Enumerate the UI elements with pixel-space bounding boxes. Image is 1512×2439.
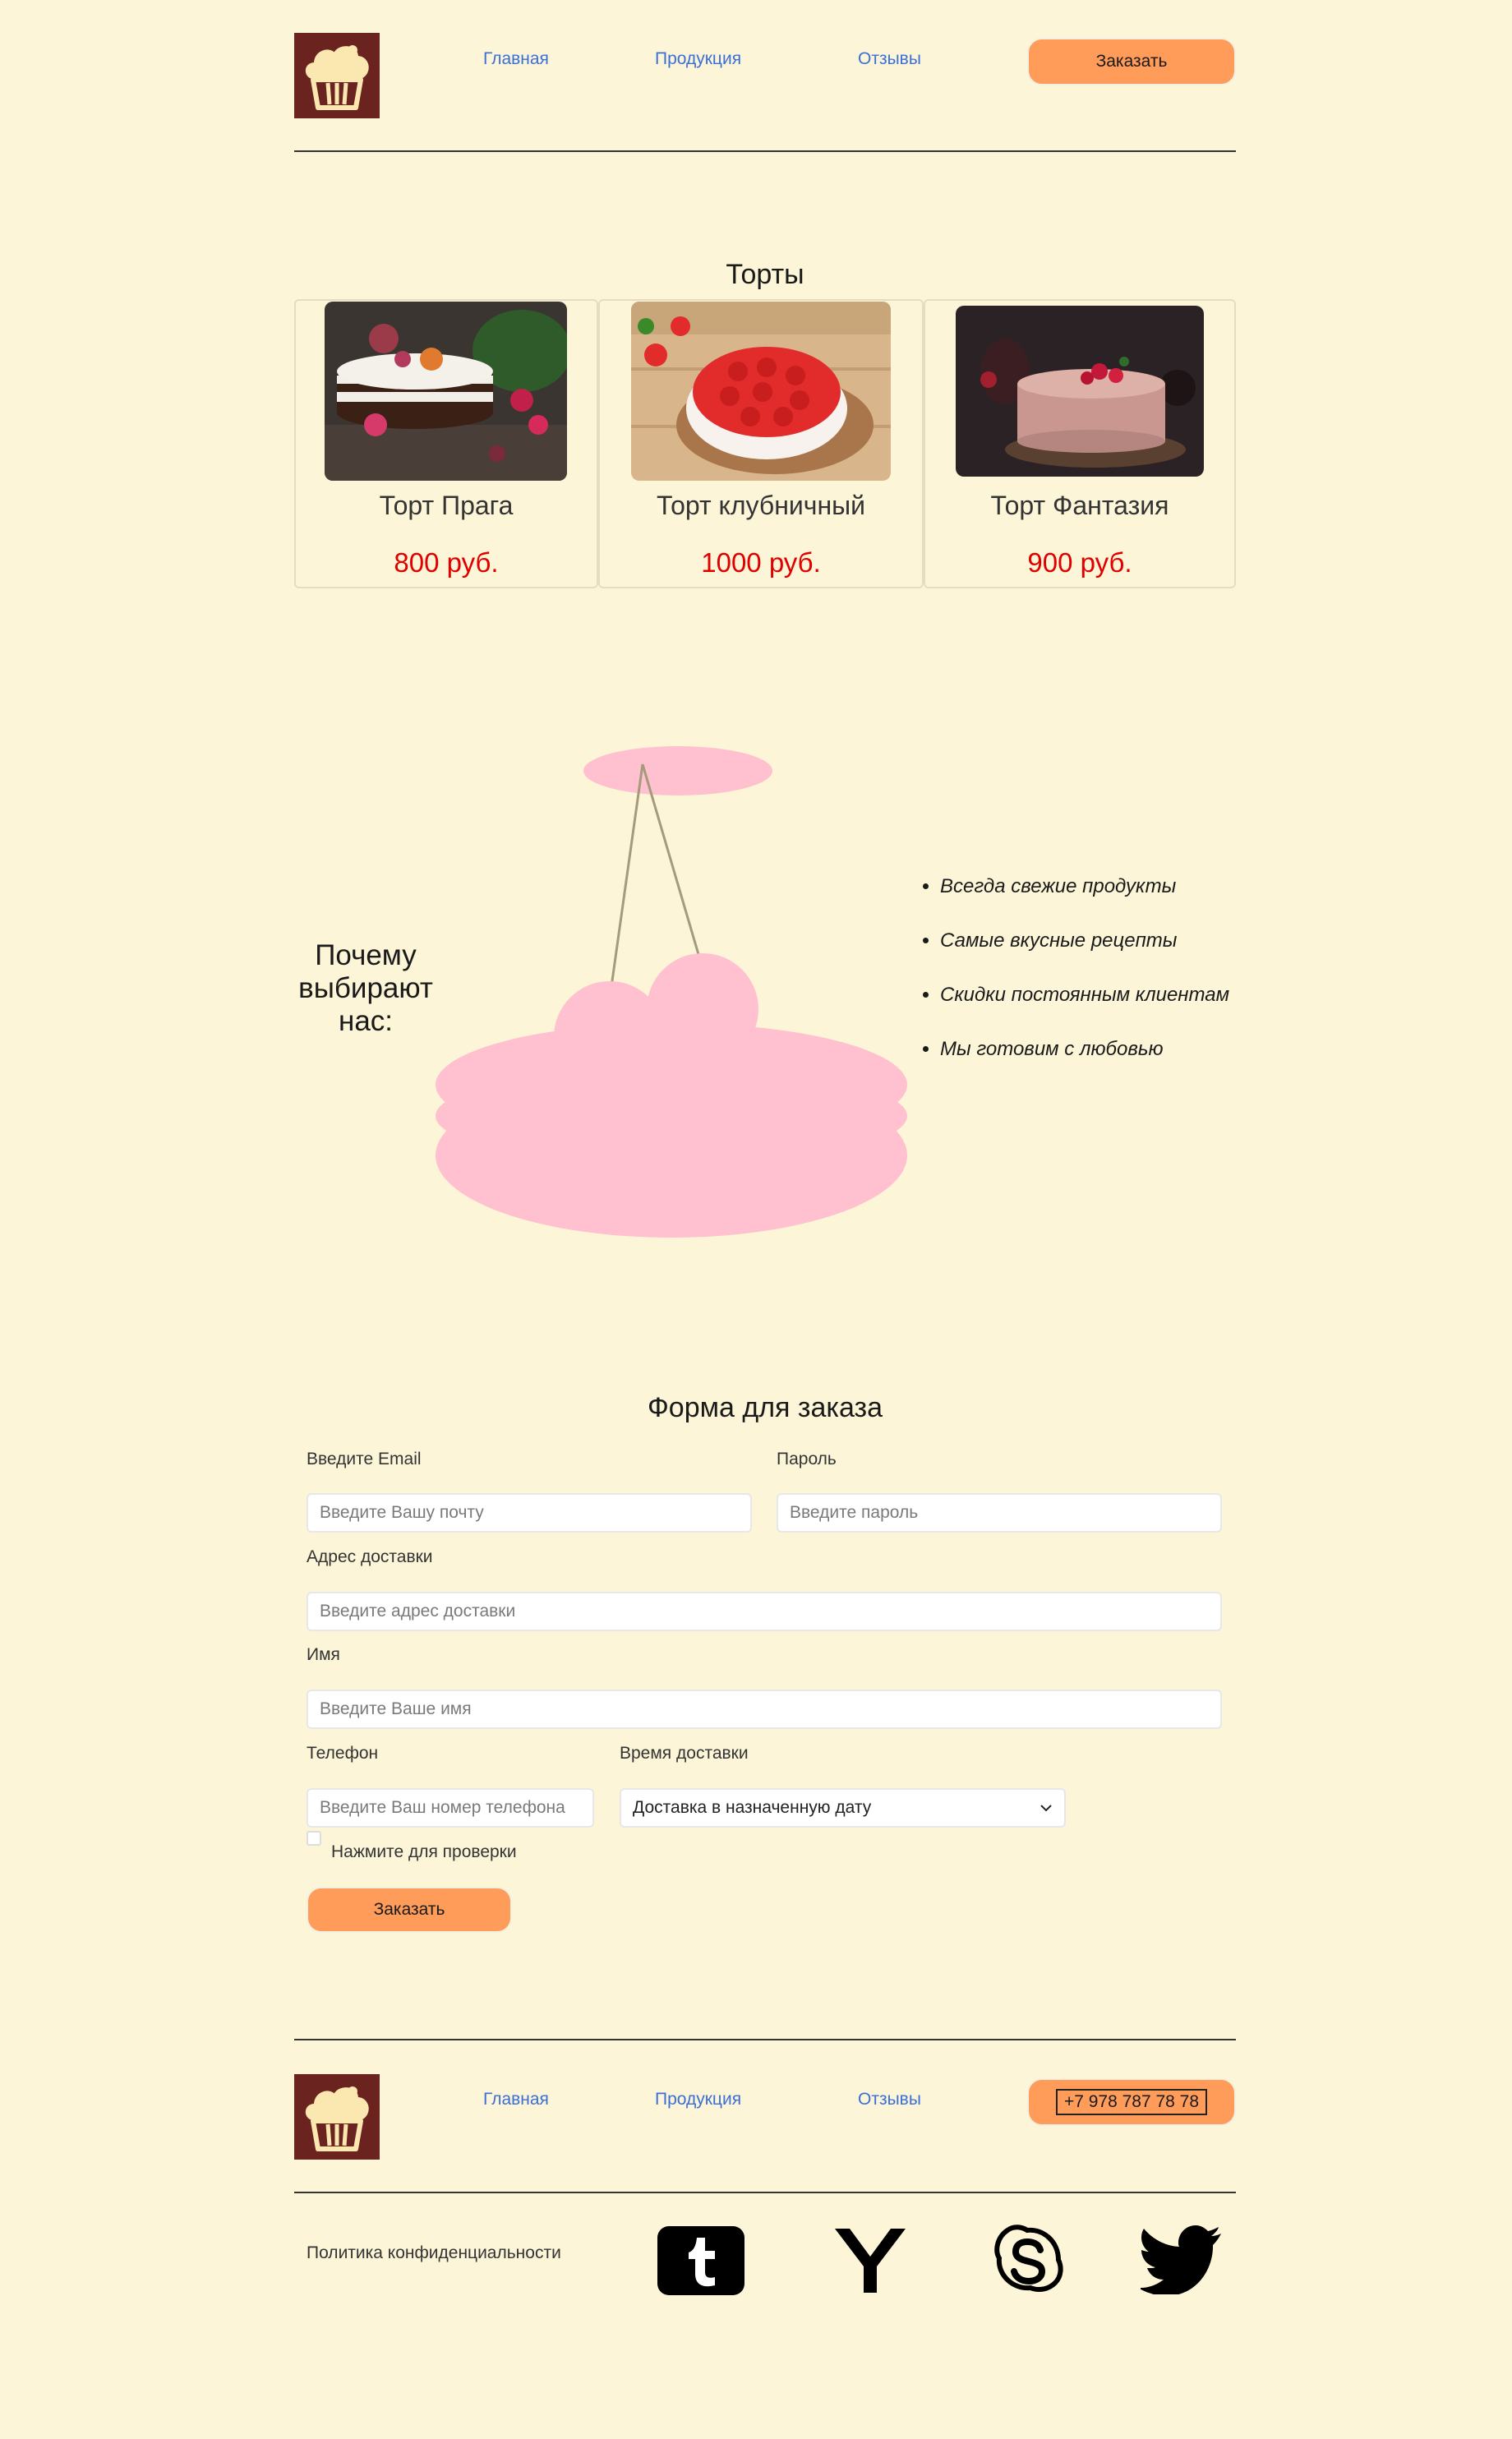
delivery-time-select[interactable]: Доставка в назначенную дату: [620, 1788, 1066, 1828]
footer-nav-home[interactable]: Главная: [483, 2090, 549, 2109]
yandex-icon[interactable]: [832, 2227, 909, 2294]
phone-label: Телефон: [307, 1744, 379, 1763]
privacy-policy-link[interactable]: Политика конфиденциальности: [307, 2243, 561, 2263]
cake-price-fantasy: 900 руб.: [1027, 547, 1132, 578]
cake-illustration: [436, 746, 907, 1238]
footer-nav-products[interactable]: Продукция: [655, 2090, 741, 2109]
verify-checkbox[interactable]: [307, 1831, 321, 1846]
email-field[interactable]: [307, 1493, 752, 1533]
footer-divider-bottom: [294, 2192, 1236, 2193]
nav-link-reviews[interactable]: Отзывы: [858, 49, 921, 69]
nav-link-home[interactable]: Главная: [483, 49, 549, 69]
cake-price-praga: 800 руб.: [394, 547, 499, 578]
cake-image-praga: [325, 302, 567, 481]
email-label: Введите Email: [307, 1450, 422, 1468]
phone-number: +7 978 787 78 78: [1055, 2089, 1208, 2115]
phone-field[interactable]: [307, 1788, 594, 1828]
form-title: Форма для заказа: [647, 1392, 883, 1423]
submit-order-button[interactable]: Заказать: [307, 1887, 512, 1933]
cake-name-fantasy: Торт Фантазия: [990, 491, 1169, 520]
name-field[interactable]: [307, 1690, 1222, 1729]
footer-nav-reviews[interactable]: Отзывы: [858, 2090, 921, 2109]
logo[interactable]: [294, 33, 380, 118]
chevron-down-icon: [1040, 1805, 1052, 1812]
name-label: Имя: [307, 1645, 340, 1664]
why-title: Почему выбирают нас:: [298, 939, 433, 1037]
why-point: Самые вкусные рецепты: [940, 929, 1229, 952]
time-label: Время доставки: [620, 1744, 749, 1763]
password-field[interactable]: [777, 1493, 1222, 1533]
delivery-time-value: Доставка в назначенную дату: [633, 1798, 872, 1817]
cake-image-fantasy: [956, 306, 1204, 477]
why-point: Всегда свежие продукты: [940, 875, 1229, 898]
tumblr-icon[interactable]: [656, 2225, 746, 2297]
why-list: Всегда свежие продукты Самые вкусные рец…: [920, 875, 1229, 1092]
footer-divider-top: [294, 2039, 1236, 2040]
password-label: Пароль: [777, 1450, 837, 1468]
why-point: Скидки постоянным клиентам: [940, 984, 1229, 1007]
cake-image-strawberry: [631, 302, 891, 481]
skype-icon[interactable]: [991, 2222, 1067, 2298]
twitter-icon[interactable]: [1141, 2225, 1223, 2294]
cake-price-strawberry: 1000 руб.: [701, 547, 821, 578]
phone-button[interactable]: +7 978 787 78 78: [1027, 2078, 1236, 2126]
cake-name-strawberry: Торт клубничный: [657, 491, 865, 520]
cake-name-praga: Торт Прага: [379, 491, 514, 520]
nav-link-products[interactable]: Продукция: [655, 49, 741, 69]
header-divider: [294, 150, 1236, 152]
verify-label: Нажмите для проверки: [331, 1842, 517, 1861]
cupcake-icon: [305, 2086, 369, 2151]
address-label: Адрес доставки: [307, 1547, 433, 1566]
why-point: Мы готовим с любовью: [940, 1038, 1229, 1061]
footer-logo[interactable]: [294, 2074, 380, 2160]
address-field[interactable]: [307, 1592, 1222, 1631]
cakes-title: Торты: [726, 259, 804, 290]
order-button[interactable]: Заказать: [1027, 38, 1236, 85]
cupcake-icon: [305, 45, 369, 110]
